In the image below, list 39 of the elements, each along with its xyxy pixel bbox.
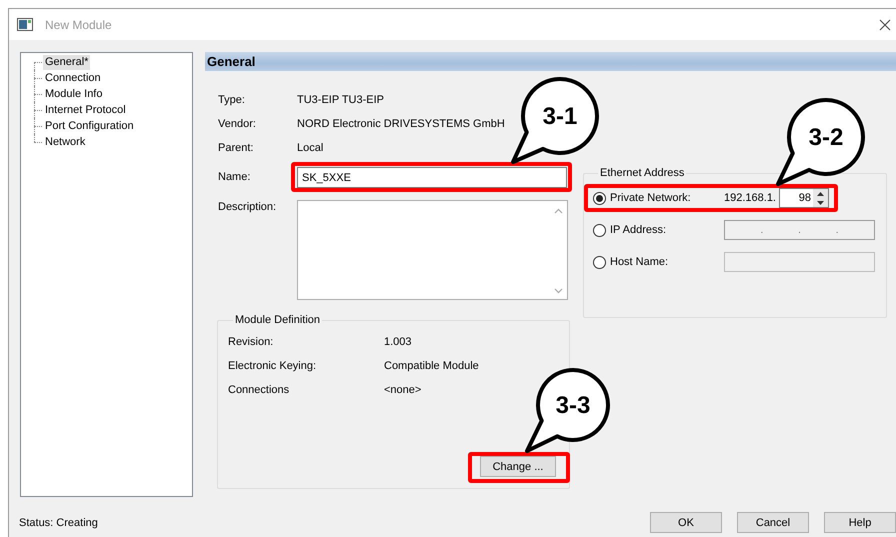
- field-value: <none>: [384, 384, 422, 396]
- dialog-button[interactable]: Cancel: [737, 512, 809, 533]
- ip-address-field[interactable]: . . .: [724, 220, 875, 240]
- field-value: Compatible Module: [384, 360, 479, 372]
- tree-item[interactable]: Port Configuration: [43, 118, 136, 134]
- name-field[interactable]: SK_5XXE: [297, 167, 567, 188]
- tree-item[interactable]: Internet Protocol: [43, 102, 128, 118]
- field-label: Parent:: [218, 142, 254, 154]
- radio-label: Host Name:: [610, 256, 670, 268]
- field-label: Description:: [218, 200, 278, 215]
- field-label: Revision:: [228, 336, 274, 348]
- callout-number: 3-3: [556, 392, 590, 419]
- field-value: TU3-EIP TU3-EIP: [297, 94, 384, 106]
- ip-prefix: 192.168.1.: [724, 192, 777, 204]
- tree-item[interactable]: Module Info: [43, 86, 104, 102]
- field-value: NORD Electronic DRIVESYSTEMS GmbH: [297, 118, 505, 130]
- group-title: Module Definition: [234, 313, 321, 327]
- tree-item[interactable]: Network: [43, 134, 88, 150]
- field-label: Vendor:: [218, 118, 257, 130]
- callout-number: 3-2: [808, 124, 844, 151]
- status-text: Status: Creating: [19, 516, 98, 528]
- window-title: New Module: [45, 18, 112, 32]
- tree-item[interactable]: Connection: [43, 70, 103, 86]
- radio-label: Private Network:: [610, 192, 692, 204]
- callout-number: 3-1: [542, 103, 578, 130]
- radio-label: IP Address:: [610, 224, 668, 236]
- field-label: Name:: [218, 171, 252, 183]
- field-label: Type:: [218, 94, 246, 106]
- field-value: Local: [297, 142, 324, 154]
- tree-item[interactable]: General*: [43, 54, 90, 70]
- change-button[interactable]: Change ...: [480, 456, 556, 477]
- dialog-button[interactable]: Help: [824, 512, 896, 533]
- field-label: Connections: [228, 384, 290, 396]
- section-header: General: [205, 52, 896, 71]
- host-number-spinner[interactable]: 98: [779, 188, 829, 208]
- field-value: 1.003: [384, 336, 412, 348]
- group-title: Ethernet Address: [599, 166, 686, 180]
- field-label: Electronic Keying:: [228, 360, 318, 372]
- dialog-button[interactable]: OK: [650, 512, 722, 533]
